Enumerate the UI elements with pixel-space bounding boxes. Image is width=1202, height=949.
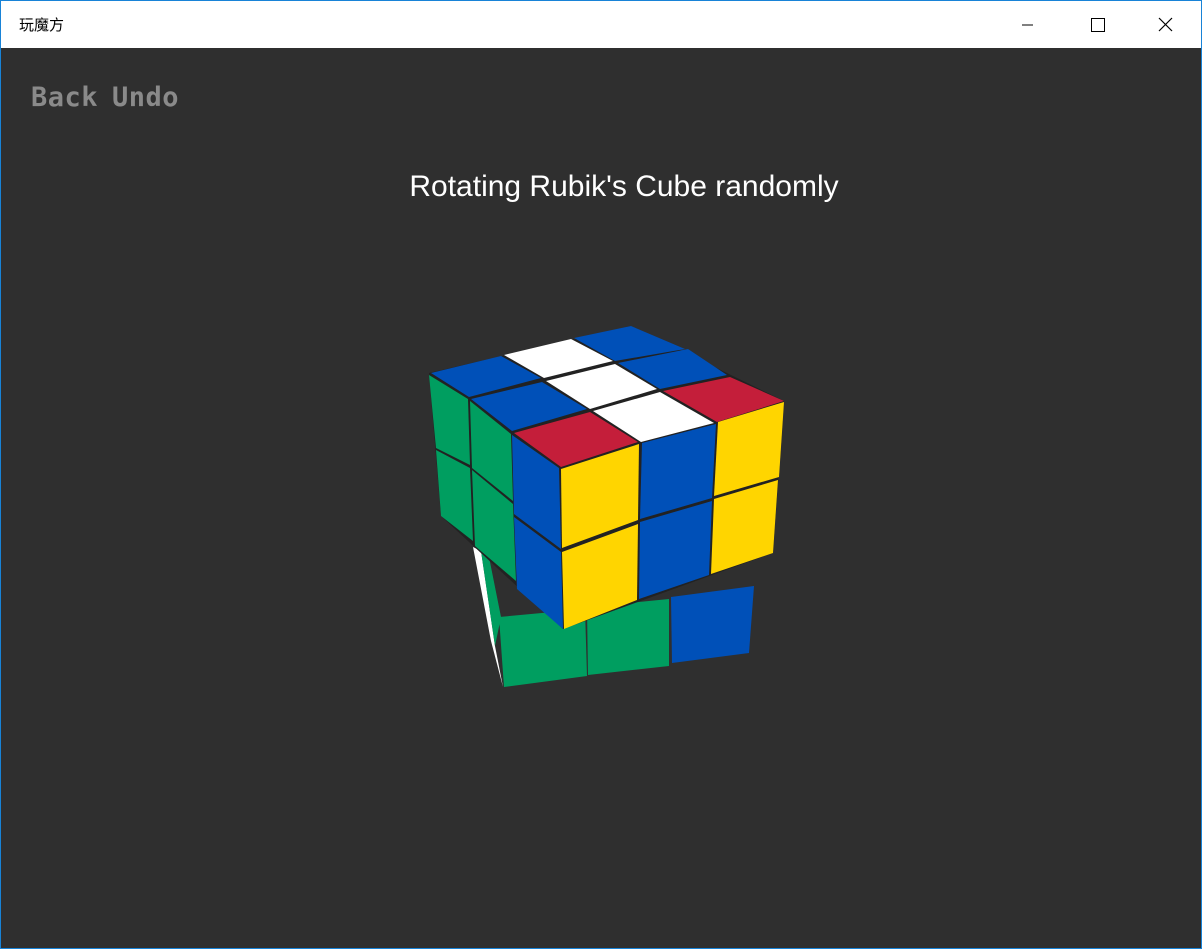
- game-area[interactable]: Back Undo Rotating Rubik's Cube randomly: [1, 48, 1201, 948]
- sticker: [671, 586, 754, 663]
- rubiks-cube[interactable]: [1, 1, 1201, 948]
- app-window: 玩魔方 Back Undo Rotating Rubik's Cube rando…: [0, 0, 1202, 949]
